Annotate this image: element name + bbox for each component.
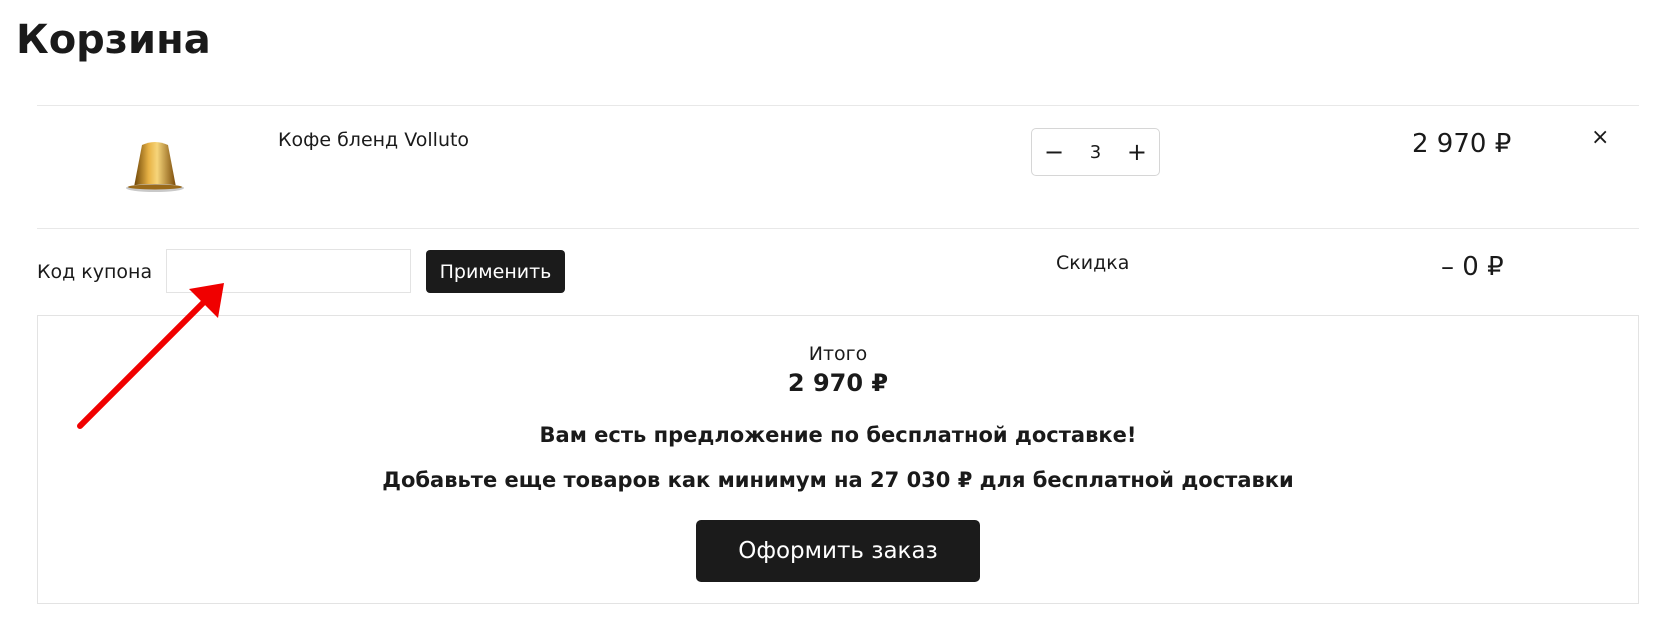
remove-item-button[interactable]: × [1591, 124, 1609, 152]
page-title: Корзина [16, 17, 211, 63]
quantity-decrease-button[interactable]: − [1044, 140, 1064, 164]
item-price: 2 970 ₽ [1412, 129, 1512, 159]
discount-label: Скидка [1056, 252, 1130, 274]
quantity-increase-button[interactable]: + [1127, 140, 1147, 164]
quantity-value[interactable]: 3 [1090, 142, 1101, 163]
free-delivery-remaining: Добавьте еще товаров как минимум на 27 0… [382, 468, 1294, 492]
divider-middle [37, 228, 1639, 229]
coupon-label: Код купона [37, 261, 153, 283]
coffee-capsule-icon [126, 142, 184, 192]
product-name[interactable]: Кофе бленд Volluto [278, 126, 469, 154]
coupon-input[interactable] [166, 249, 411, 293]
order-summary: Итого 2 970 ₽ Вам есть предложение по бе… [37, 315, 1639, 604]
total-label: Итого [808, 343, 868, 365]
apply-coupon-button[interactable]: Применить [426, 250, 565, 293]
quantity-stepper: − 3 + [1031, 128, 1160, 176]
divider-top [37, 105, 1639, 106]
total-value: 2 970 ₽ [787, 369, 889, 397]
free-delivery-offer: Вам есть предложение по бесплатной доста… [539, 423, 1137, 447]
checkout-button[interactable]: Оформить заказ [696, 520, 980, 582]
discount-value: – 0 ₽ [1441, 252, 1504, 282]
